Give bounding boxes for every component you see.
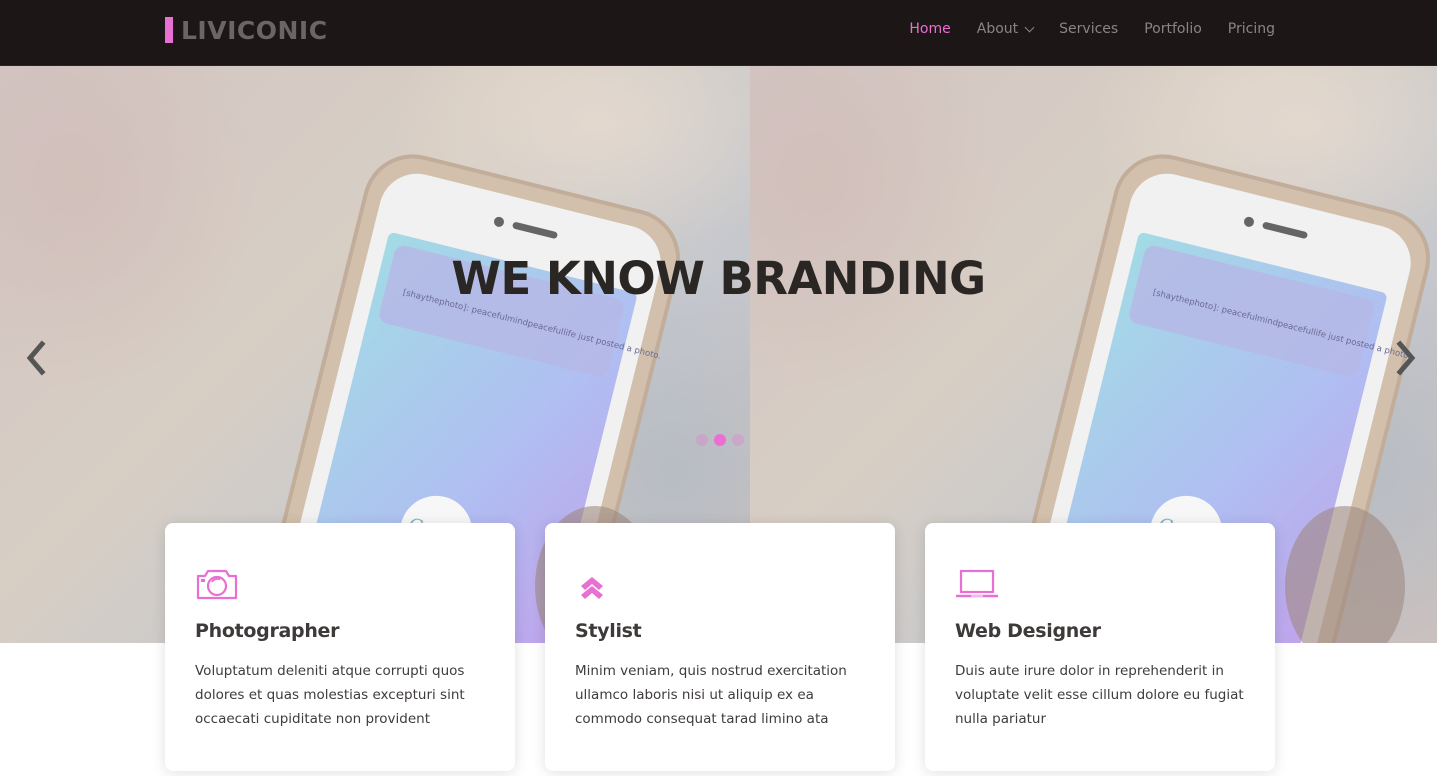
nav-item-label: Portfolio [1144,21,1202,37]
service-card-stylist: Stylist Minim veniam, quis nostrud exerc… [545,523,895,771]
camera-icon [196,569,238,600]
slider-dot-2[interactable] [714,434,726,446]
nav-item-label: Home [909,21,951,37]
card-text: Minim veniam, quis nostrud exercitation … [575,663,847,727]
brand-logo[interactable]: LIVICONIC [165,15,328,45]
service-card-photographer: Photographer Voluptatum deleniti atque c… [165,523,515,771]
chevrons-up-icon [581,577,603,599]
slider-dot-3[interactable] [732,434,744,446]
hero-title: WE KNOW BRANDING [451,252,986,305]
nav-item-services[interactable]: Services [1059,19,1118,39]
nav-item-label: Services [1059,21,1119,37]
nav-item-label: About [976,21,1019,37]
slider-prev-button[interactable] [22,338,52,378]
main-nav: Home About Services Portfolio Pricing [883,19,1275,39]
laptop-icon [956,569,998,598]
slider-dots [696,434,750,446]
card-text: Voluptatum deleniti atque corrupti quos … [195,663,465,727]
brand-name: LIVICONIC [181,15,328,45]
brand-accent-bar [165,17,173,43]
card-text: Duis aute irure dolor in reprehenderit i… [955,663,1244,727]
service-card-web-designer: Web Designer Duis aute irure dolor in re… [925,523,1275,771]
card-title: Stylist [575,620,642,642]
top-navbar: LIVICONIC Home About Services Portfolio … [0,0,1437,66]
card-title: Photographer [195,620,340,642]
nav-item-about[interactable]: About [976,19,1035,39]
slider-next-button[interactable] [1390,338,1420,378]
chevron-left-icon [26,340,46,376]
card-title: Web Designer [955,620,1101,642]
nav-item-portfolio[interactable]: Portfolio [1144,19,1202,39]
nav-item-home[interactable]: Home [909,19,950,39]
slider-dot-1[interactable] [696,434,708,446]
chevron-right-icon [1396,340,1416,376]
nav-item-pricing[interactable]: Pricing [1228,19,1275,39]
chevron-down-icon [1024,22,1035,32]
nav-item-label: Pricing [1227,21,1275,37]
